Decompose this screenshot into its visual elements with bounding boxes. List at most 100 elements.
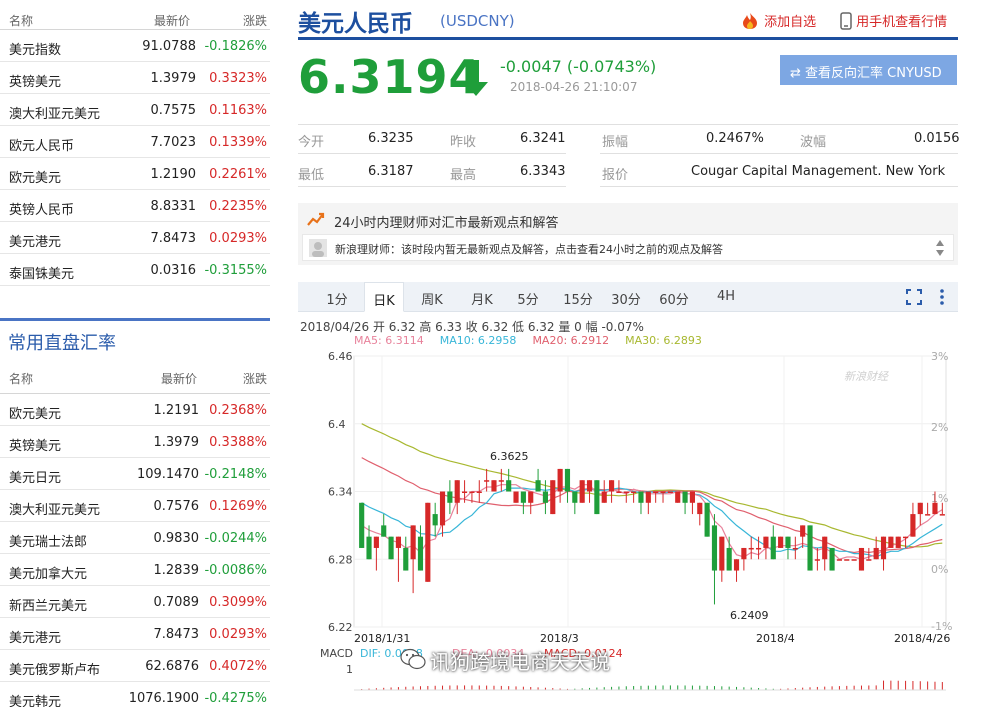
candle-body <box>689 491 695 503</box>
rate-name[interactable]: 美元港元 <box>9 627 61 646</box>
rate-name[interactable]: 欧元美元 <box>9 167 61 186</box>
candle-body <box>410 525 416 560</box>
tab-period[interactable]: 5分 <box>511 282 545 312</box>
fullscreen-icon[interactable] <box>906 289 922 305</box>
candle-body <box>719 536 725 571</box>
prev-close-label: 昨收 <box>450 135 477 150</box>
rate-name[interactable]: 澳大利亚元美元 <box>9 103 100 122</box>
rate-name[interactable]: 美元港元 <box>9 231 61 250</box>
direct-rates-title: 常用直盘汇率 <box>0 318 270 360</box>
list-item[interactable]: 美元港元 7.8473 0.0293% <box>0 222 270 254</box>
list-item[interactable]: 欧元美元 1.2191 0.2368% <box>0 394 270 426</box>
tab-period[interactable]: 周K <box>412 282 452 312</box>
list-item[interactable]: 欧元美元 1.2190 0.2261% <box>0 158 270 190</box>
rate-name[interactable]: 美元指数 <box>9 39 61 58</box>
header-change: 涨跌 <box>242 14 267 28</box>
rate-name[interactable]: 英镑美元 <box>9 71 61 90</box>
candle-body <box>807 525 813 571</box>
candlestick-chart[interactable]: 6.466.46.346.286.223%2%1%0%-1%2018/1/31 2… <box>298 346 958 707</box>
rate-change: 0.1163% <box>209 103 267 118</box>
list-item[interactable]: 英镑美元 1.3979 0.3323% <box>0 62 270 94</box>
tab-period[interactable]: 4H <box>708 282 744 312</box>
candle-body <box>491 480 497 492</box>
rate-name[interactable]: 美元加拿大元 <box>9 563 87 582</box>
amplitude-value: 0.2467% <box>706 131 764 146</box>
rate-change: 0.1339% <box>209 135 267 150</box>
quote-timestamp: 2018-04-26 21:10:07 <box>510 80 638 94</box>
candle-body <box>359 502 365 548</box>
y-tick-label: 6.46 <box>328 350 353 363</box>
rate-name[interactable]: 欧元美元 <box>9 403 61 422</box>
tab-period[interactable]: 15分 <box>558 282 598 312</box>
rate-name[interactable]: 澳大利亚元美元 <box>9 499 100 518</box>
list-item[interactable]: 美元俄罗斯卢布 62.6876 0.4072% <box>0 650 270 682</box>
candle-body <box>675 491 681 503</box>
rate-change: 0.2368% <box>209 403 267 418</box>
rate-name[interactable]: 美元韩元 <box>9 691 61 707</box>
tab-period[interactable]: 1分 <box>320 282 354 312</box>
chart-period-tabs: 1分 日K 周K 月K 5分 15分 30分 60分 4H <box>298 282 958 312</box>
list-item[interactable]: 美元韩元 1076.1900 -0.4275% <box>0 682 270 707</box>
phone-icon <box>840 12 852 30</box>
rate-name[interactable]: 新西兰元美元 <box>9 595 87 614</box>
reverse-rate-button[interactable]: ⇄ 查看反向汇率 CNYUSD <box>780 55 957 85</box>
advisor-message-box[interactable]: 新浪理财师：该时段内暂无最新观点及解答，点击查看24小时之前的观点及解答 <box>302 234 954 261</box>
tab-period[interactable]: 月K <box>462 282 502 312</box>
rate-change: -0.0244% <box>204 531 267 546</box>
list-item[interactable]: 美元瑞士法郎 0.9830 -0.0244% <box>0 522 270 554</box>
low-label: 最低 <box>298 168 325 183</box>
list-item[interactable]: 美元港元 7.8473 0.0293% <box>0 618 270 650</box>
symbol-code: (USDCNY) <box>440 12 515 30</box>
list-item[interactable]: 欧元人民币 7.7023 0.1339% <box>0 126 270 158</box>
mobile-view-label: 用手机查看行情 <box>856 15 948 30</box>
candle-body <box>586 480 593 492</box>
more-options-icon[interactable] <box>939 288 945 306</box>
rate-name[interactable]: 泰国铢美元 <box>9 263 74 282</box>
high-annotation: 6.3625 <box>490 450 529 463</box>
wave-value: 0.0156 <box>914 131 960 146</box>
candle-body <box>711 525 718 571</box>
candle-body <box>748 547 754 550</box>
rate-name[interactable]: 美元日元 <box>9 467 61 486</box>
rate-change: 0.3099% <box>209 595 267 610</box>
list-item[interactable]: 英镑美元 1.3979 0.3388% <box>0 426 270 458</box>
rate-change: 0.1269% <box>209 499 267 514</box>
quote-source-value: Cougar Capital Management. New York <box>691 164 946 179</box>
trend-icon <box>307 212 325 226</box>
open-value: 6.3235 <box>368 131 414 146</box>
mobile-view-link[interactable]: 用手机查看行情 <box>840 11 947 30</box>
candle-body <box>469 491 475 493</box>
scroll-arrows-icon[interactable] <box>935 237 945 259</box>
rate-price: 0.7576 <box>153 499 200 514</box>
list-item[interactable]: 新西兰元美元 0.7089 0.3099% <box>0 586 270 618</box>
list-item[interactable]: 美元指数 91.0788 -0.1826% <box>0 30 270 62</box>
rate-name[interactable]: 美元瑞士法郎 <box>9 531 87 550</box>
rate-price: 8.8331 <box>150 199 197 214</box>
rate-price: 7.8473 <box>153 627 200 642</box>
list-item[interactable]: 英镑人民币 8.8331 0.2235% <box>0 190 270 222</box>
tab-period[interactable]: 日K <box>364 282 404 312</box>
page-title: 美元人民币 <box>298 11 413 37</box>
rate-price: 1076.1900 <box>128 691 199 706</box>
rate-name[interactable]: 美元俄罗斯卢布 <box>9 659 100 678</box>
candle-body <box>631 491 637 493</box>
list-item[interactable]: 澳大利亚元美元 0.7575 0.1163% <box>0 94 270 126</box>
add-watchlist-button[interactable]: 添加自选 <box>740 11 816 30</box>
tab-period[interactable]: 60分 <box>654 282 694 312</box>
y-tick-label: 6.28 <box>328 553 353 566</box>
candle-body <box>623 491 629 493</box>
rate-name[interactable]: 英镑人民币 <box>9 199 74 218</box>
tab-period[interactable]: 30分 <box>606 282 646 312</box>
rate-name[interactable]: 英镑美元 <box>9 435 61 454</box>
list-item[interactable]: 澳大利亚元美元 0.7576 0.1269% <box>0 490 270 522</box>
list-item[interactable]: 泰国铢美元 0.0316 -0.3155% <box>0 254 270 286</box>
advisor-title[interactable]: 24小时内理财师对汇市最新观点和解答 <box>334 212 559 231</box>
rate-name[interactable]: 欧元人民币 <box>9 135 74 154</box>
rate-price: 91.0788 <box>142 39 196 54</box>
rate-price: 7.8473 <box>150 231 197 246</box>
y-tick-label: 6.22 <box>328 621 353 634</box>
list-item[interactable]: 美元加拿大元 1.2839 -0.0086% <box>0 554 270 586</box>
rate-price: 0.7089 <box>153 595 200 610</box>
candle-body <box>550 480 556 515</box>
list-item[interactable]: 美元日元 109.1470 -0.2148% <box>0 458 270 490</box>
